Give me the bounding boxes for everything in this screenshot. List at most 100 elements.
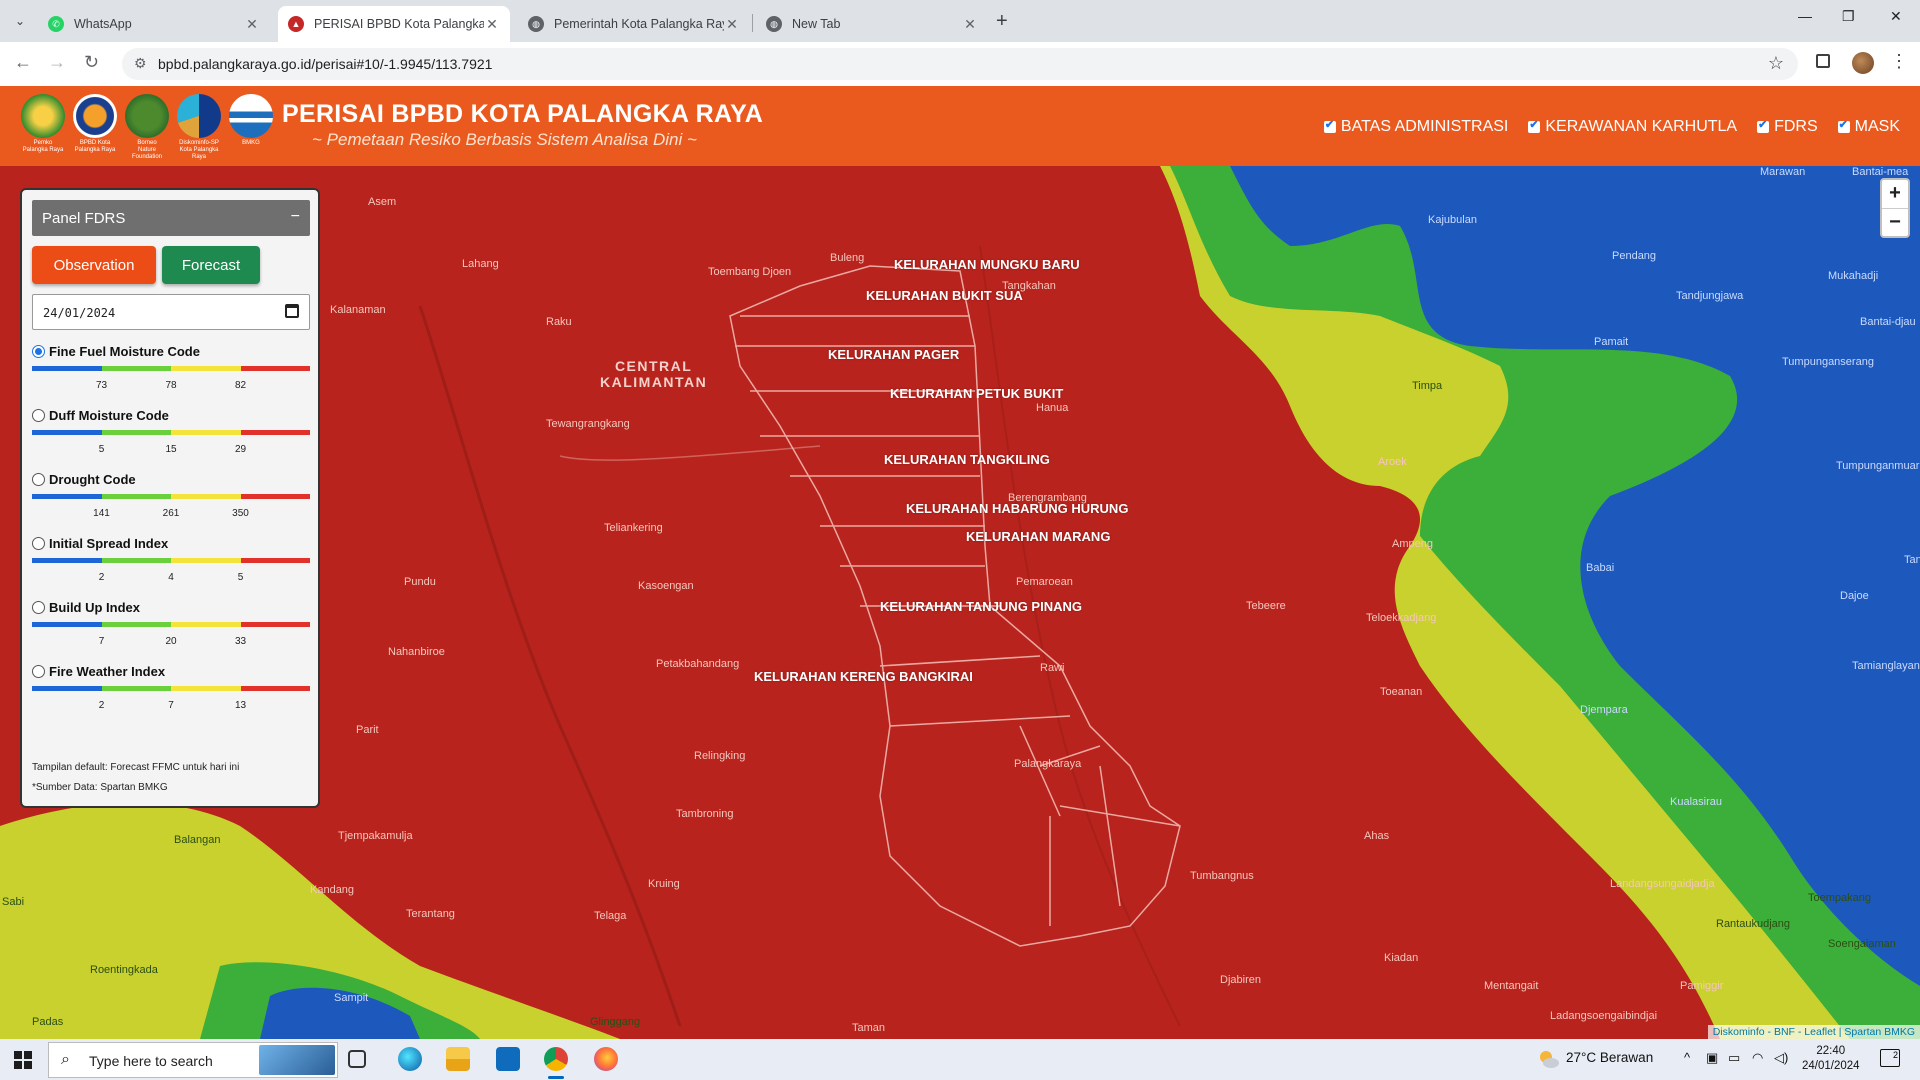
date-input[interactable]: 24/01/2024 bbox=[32, 294, 310, 330]
tab-search-chevron-icon[interactable]: ⌄ bbox=[8, 9, 32, 33]
new-tab-plus-icon[interactable]: + bbox=[996, 10, 1008, 33]
chrome-icon[interactable] bbox=[544, 1047, 568, 1071]
partly-cloudy-icon[interactable] bbox=[1536, 1047, 1560, 1071]
place-label: Timpa bbox=[1412, 380, 1443, 392]
bookmark-star-icon[interactable]: ☆ bbox=[1768, 53, 1784, 74]
place-label: Rantaukudjang bbox=[1716, 918, 1791, 930]
radio-selected-icon[interactable] bbox=[32, 345, 45, 358]
profile-avatar[interactable] bbox=[1852, 52, 1874, 74]
place-label: Pendang bbox=[1612, 250, 1657, 262]
back-arrow-icon[interactable]: ← bbox=[14, 52, 32, 73]
place-label: Glinggang bbox=[590, 1016, 641, 1028]
index-option[interactable]: Initial Spread Index bbox=[32, 536, 168, 551]
place-label: Ahas bbox=[1364, 830, 1390, 842]
fdrs-panel: Panel FDRS − Observation Forecast 24/01/… bbox=[20, 188, 320, 808]
place-label: Teloekkadjang bbox=[1366, 612, 1437, 624]
panel-header[interactable]: Panel FDRS − bbox=[32, 200, 310, 236]
calendar-icon[interactable] bbox=[285, 304, 299, 318]
windows-start-icon[interactable] bbox=[14, 1051, 32, 1069]
place-label: Pamait bbox=[1594, 336, 1629, 348]
index-option[interactable]: Duff Moisture Code bbox=[32, 408, 169, 423]
task-view-icon[interactable] bbox=[348, 1050, 366, 1068]
checkbox-checked-icon[interactable] bbox=[1757, 118, 1770, 133]
radio-empty-icon[interactable] bbox=[32, 601, 45, 614]
tab-title: New Tab bbox=[792, 17, 841, 31]
scale-tick: 7 bbox=[98, 636, 105, 647]
search-highlight-image bbox=[259, 1045, 335, 1075]
toggle-kerawanan-karhutla[interactable]: KERAWANAN KARHUTLA bbox=[1528, 118, 1737, 136]
logo-caption: BMKG bbox=[242, 140, 260, 146]
place-label: Kajubulan bbox=[1428, 214, 1477, 226]
checkbox-checked-icon[interactable] bbox=[1528, 118, 1541, 133]
place-label: Balangan bbox=[174, 834, 221, 846]
browser-menu-icon[interactable]: ⋮ bbox=[1890, 51, 1908, 72]
close-tab-icon[interactable]: ✕ bbox=[244, 16, 260, 33]
side-panel-icon[interactable] bbox=[1816, 54, 1830, 68]
radio-empty-icon[interactable] bbox=[32, 665, 45, 678]
index-option[interactable]: Fine Fuel Moisture Code bbox=[32, 344, 200, 359]
site-info-icon[interactable]: ⚙ bbox=[134, 55, 147, 72]
observation-button[interactable]: Observation bbox=[32, 246, 156, 284]
notification-center-icon[interactable]: 2 bbox=[1880, 1049, 1900, 1067]
logo-caption: Diskominfo-SP Kota Palangka Raya bbox=[179, 140, 219, 160]
radio-empty-icon[interactable] bbox=[32, 473, 45, 486]
toggle-mask[interactable]: MASK bbox=[1837, 118, 1900, 136]
taskbar-clock[interactable]: 22:40 24/01/2024 bbox=[1802, 1044, 1860, 1074]
radio-empty-icon[interactable] bbox=[32, 409, 45, 422]
edge-browser-icon[interactable] bbox=[398, 1047, 422, 1071]
checkbox-checked-icon[interactable] bbox=[1837, 118, 1850, 133]
collapse-icon[interactable]: − bbox=[291, 208, 300, 226]
place-label: Tebeere bbox=[1246, 600, 1286, 612]
checkbox-checked-icon[interactable] bbox=[1323, 118, 1336, 133]
volume-icon[interactable]: ◁) bbox=[1774, 1050, 1788, 1066]
scale-tick: 20 bbox=[165, 636, 177, 647]
radio-empty-icon[interactable] bbox=[32, 537, 45, 550]
address-bar[interactable]: ⚙ bpbd.palangkaraya.go.id/perisai#10/-1.… bbox=[122, 48, 1798, 80]
place-label: Kandang bbox=[310, 884, 355, 896]
place-label: Asem bbox=[368, 196, 397, 208]
taskbar-search[interactable]: ⌕ Type here to search bbox=[48, 1042, 338, 1078]
index-option[interactable]: Drought Code bbox=[32, 472, 136, 487]
place-label: Tumpunganmuar bbox=[1836, 460, 1920, 472]
place-label: Kasoengan bbox=[638, 580, 694, 592]
close-tab-icon[interactable]: ✕ bbox=[484, 16, 500, 33]
minimize-icon[interactable]: — bbox=[1798, 8, 1812, 24]
file-explorer-icon[interactable] bbox=[446, 1047, 470, 1071]
toggle-label: KERAWANAN KARHUTLA bbox=[1545, 118, 1738, 135]
whatsapp-icon: ✆ bbox=[48, 16, 64, 32]
tab-title: PERISAI BPBD Kota Palangka Ra bbox=[314, 17, 484, 31]
wifi-icon[interactable]: ◠ bbox=[1752, 1050, 1763, 1066]
tab-whatsapp[interactable]: ✆ WhatsApp ✕ bbox=[38, 6, 270, 42]
browser-tab-strip: ⌄ ✆ WhatsApp ✕ ▲ PERISAI BPBD Kota Palan… bbox=[0, 0, 1920, 42]
tab-pemerintah[interactable]: ◍ Pemerintah Kota Palangka Raya ✕ bbox=[518, 6, 750, 42]
map-attribution[interactable]: Diskominfo - BNF - Leaflet | Spartan BMK… bbox=[1707, 1025, 1920, 1039]
index-option[interactable]: Fire Weather Index bbox=[32, 664, 165, 679]
toggle-fdrs[interactable]: FDRS bbox=[1757, 118, 1818, 136]
place-label: Kiadan bbox=[1384, 952, 1419, 964]
show-hidden-icons-chevron-icon[interactable]: ^ bbox=[1684, 1050, 1690, 1065]
reload-icon[interactable]: ↻ bbox=[84, 52, 99, 73]
search-icon: ⌕ bbox=[61, 1051, 70, 1068]
display-icon[interactable]: ▭ bbox=[1728, 1050, 1740, 1066]
firefox-icon[interactable] bbox=[594, 1047, 618, 1071]
zoom-out-button[interactable]: − bbox=[1882, 208, 1908, 236]
restore-icon[interactable]: ❐ bbox=[1842, 8, 1855, 25]
weather-text[interactable]: 27°C Berawan bbox=[1566, 1050, 1653, 1065]
globe-icon: ◍ bbox=[766, 16, 782, 32]
index-option[interactable]: Build Up Index bbox=[32, 600, 140, 615]
tab-perisai[interactable]: ▲ PERISAI BPBD Kota Palangka Ra ✕ bbox=[278, 6, 510, 42]
toggle-batas-administrasi[interactable]: BATAS ADMINISTRASI bbox=[1323, 118, 1508, 136]
forecast-button[interactable]: Forecast bbox=[162, 246, 260, 284]
place-label: Tandjungjawa bbox=[1676, 290, 1744, 302]
close-window-icon[interactable]: ✕ bbox=[1890, 8, 1902, 25]
url-text[interactable]: bpbd.palangkaraya.go.id/perisai#10/-1.99… bbox=[158, 56, 492, 72]
bpbd-emblem-icon bbox=[73, 94, 117, 138]
tab-new-tab[interactable]: ◍ New Tab ✕ bbox=[756, 6, 988, 42]
meet-now-icon[interactable]: ▣ bbox=[1706, 1050, 1718, 1066]
forward-arrow-icon[interactable]: → bbox=[48, 52, 66, 73]
place-label: Bantai-mea bbox=[1852, 166, 1909, 178]
mail-icon[interactable] bbox=[496, 1047, 520, 1071]
close-tab-icon[interactable]: ✕ bbox=[724, 16, 740, 33]
close-tab-icon[interactable]: ✕ bbox=[962, 16, 978, 33]
zoom-in-button[interactable]: + bbox=[1882, 180, 1908, 208]
